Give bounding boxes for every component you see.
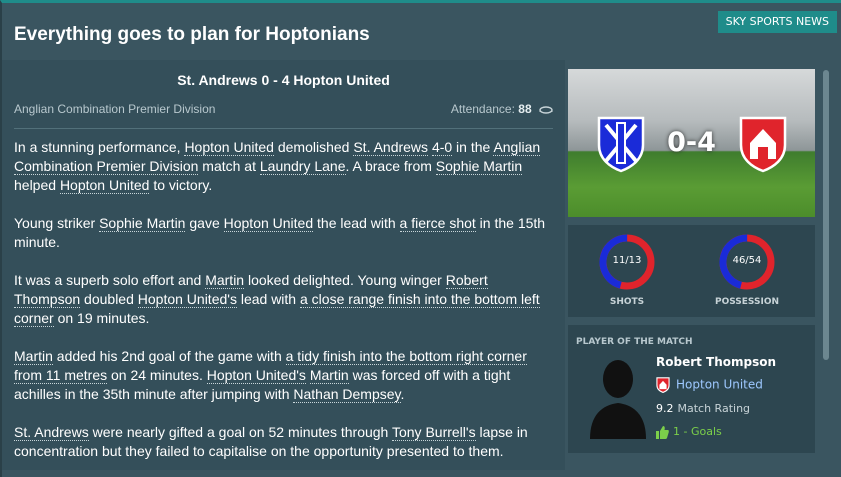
- club-link[interactable]: Hopton United: [59, 177, 150, 194]
- source-badge: SKY SPORTS NEWS: [717, 11, 837, 33]
- potm-club[interactable]: Hopton United: [656, 377, 763, 394]
- score-link[interactable]: 4-0: [431, 139, 453, 156]
- potm-rating-value: 9.2: [656, 402, 674, 415]
- shots-value: 11/13: [612, 255, 642, 266]
- scrollbar[interactable]: [823, 70, 829, 360]
- potm-club-label: Hopton United: [676, 377, 763, 392]
- page-title: Everything goes to plan for Hoptonians: [14, 24, 370, 45]
- attendance-value: 88: [518, 102, 532, 116]
- club-link[interactable]: Hopton United: [184, 139, 274, 156]
- article-paragraph: Martin added his 2nd goal of the game wi…: [14, 348, 527, 403]
- potm-heading: PLAYER OF THE MATCH: [576, 337, 693, 347]
- article-panel: St. Andrews 0 - 4 Hopton United Anglian …: [2, 60, 565, 470]
- stat-shots[interactable]: 11/13 SHOTS: [587, 233, 667, 307]
- player-link[interactable]: Martin: [14, 348, 53, 365]
- possession-label: POSSESSION: [714, 297, 780, 307]
- player-link[interactable]: Martin: [309, 367, 349, 384]
- match-stats: 11/13 SHOTS 46/54 POSSESSION: [568, 225, 815, 317]
- competition-label[interactable]: Anglian Combination Premier Division: [14, 102, 215, 116]
- shots-label: SHOTS: [609, 297, 645, 307]
- attendance-label: Attendance:: [450, 102, 515, 116]
- club-link[interactable]: St. Andrews: [353, 139, 429, 156]
- club-link[interactable]: Hopton United: [223, 215, 314, 232]
- player-link[interactable]: Sophie Martin: [99, 215, 186, 232]
- potm-rating: 9.2 Match Rating: [656, 402, 750, 415]
- possession-ring: 46/54: [718, 233, 776, 291]
- highlight-link[interactable]: a fierce shot: [399, 215, 476, 232]
- stadium-link[interactable]: Laundry Lane: [259, 158, 346, 175]
- divider: [14, 128, 553, 129]
- hopton-united-crest-icon: [656, 377, 670, 394]
- possession-value: 46/54: [732, 255, 762, 266]
- potm-name[interactable]: Robert Thompson: [656, 355, 776, 369]
- club-link[interactable]: Hopton United's: [206, 367, 306, 384]
- potm-goals: 1 - Goals: [656, 425, 722, 439]
- match-hero: 0-4: [568, 69, 815, 217]
- player-link[interactable]: Nathan Dempsey: [293, 386, 401, 403]
- shots-ring: 11/13: [598, 233, 656, 291]
- club-link[interactable]: St. Andrews: [14, 424, 89, 441]
- stadium-icon: [539, 106, 553, 115]
- player-link[interactable]: Martin: [205, 272, 245, 289]
- match-headline[interactable]: St. Andrews 0 - 4 Hopton United: [2, 72, 565, 88]
- attendance: Attendance: 88: [451, 102, 553, 116]
- article-paragraph: Young striker Sophie Martin gave Hopton …: [14, 215, 546, 250]
- potm-rating-label: Match Rating: [677, 402, 751, 415]
- player-link[interactable]: Sophie Martin: [435, 158, 523, 175]
- highlight-link[interactable]: a close range finish into the bottom lef…: [14, 291, 540, 327]
- news-window: SKY SPORTS NEWS Everything goes to plan …: [0, 0, 841, 477]
- player-link[interactable]: Tony Burrell's: [391, 424, 476, 441]
- hopton-united-crest-icon[interactable]: [738, 115, 788, 173]
- article-paragraph: St. Andrews were nearly gifted a goal on…: [14, 424, 528, 459]
- article-subhead: Anglian Combination Premier Division Att…: [14, 102, 553, 116]
- player-of-the-match-card: PLAYER OF THE MATCH Robert Thompson Hopt…: [568, 325, 815, 453]
- article-paragraph: It was a superb solo effort and Martin l…: [14, 272, 540, 327]
- thumbs-up-icon: [656, 425, 669, 439]
- club-link[interactable]: Hopton United's: [137, 291, 237, 308]
- player-silhouette-icon: [590, 360, 646, 439]
- potm-goals-label: 1 - Goals: [673, 425, 722, 438]
- stat-possession[interactable]: 46/54 POSSESSION: [707, 233, 787, 307]
- article-paragraph: In a stunning performance, Hopton United…: [14, 139, 541, 194]
- article-body: In a stunning performance, Hopton United…: [14, 138, 554, 477]
